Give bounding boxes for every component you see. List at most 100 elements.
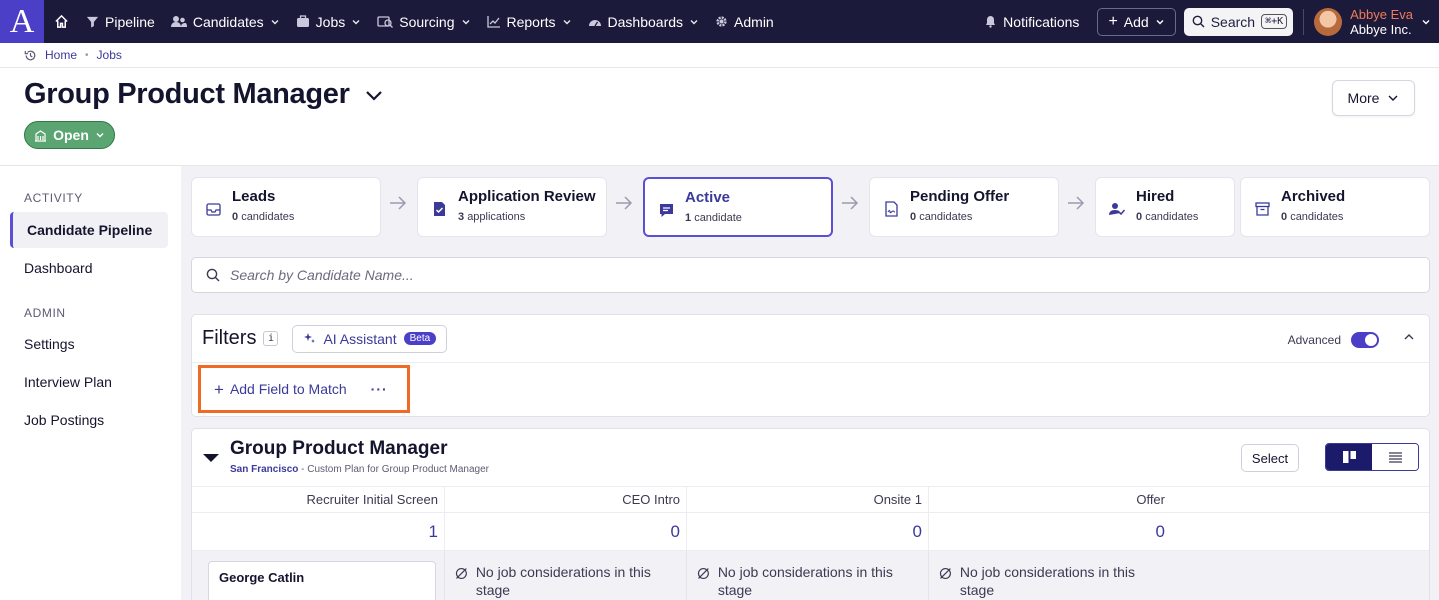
candidate-search[interactable] xyxy=(191,257,1430,293)
stage-card-hired[interactable]: Hired 0 candidates xyxy=(1095,177,1235,237)
board-view-icon[interactable] xyxy=(1326,444,1372,470)
stage-card-pending-offer[interactable]: Pending Offer 0 candidates xyxy=(869,177,1059,237)
plan-title: Group Product Manager xyxy=(230,438,448,459)
add-label: Add xyxy=(1123,13,1149,30)
ai-assistant-button[interactable]: AI Assistant Beta xyxy=(292,324,448,353)
chevron-down-icon xyxy=(96,133,104,138)
add-field-to-match-button[interactable]: Add Field to Match xyxy=(230,381,347,397)
column-header: CEO Intro xyxy=(445,487,687,512)
shortcut-hint: ⌘+K xyxy=(1261,14,1288,29)
document-check-icon xyxy=(430,200,448,218)
caret-down-icon[interactable] xyxy=(203,453,219,463)
empty-stage-text: No job considerations in this stage xyxy=(717,564,893,598)
home-icon[interactable] xyxy=(44,0,78,43)
briefcase-icon xyxy=(296,15,309,27)
chevron-down-icon xyxy=(1156,19,1164,24)
more-options-button[interactable]: ··· xyxy=(371,381,388,397)
add-field-row: + Add Field to Match ··· xyxy=(198,365,410,413)
stage-count: 0 candidates xyxy=(1136,211,1199,223)
sidebar-item-dashboard[interactable]: Dashboard xyxy=(0,250,181,286)
search-label: Search xyxy=(1210,13,1256,30)
stage-card-active[interactable]: Active 1 candidate xyxy=(643,177,833,237)
nav-dashboards[interactable]: Dashboards xyxy=(580,0,708,43)
user-menu[interactable]: Abbye Eva Abbye Inc. xyxy=(1350,7,1413,37)
avatar[interactable] xyxy=(1314,7,1343,36)
chevron-down-icon xyxy=(365,90,382,101)
stage-columns-header: Recruiter Initial Screen CEO Intro Onsit… xyxy=(192,487,1429,513)
more-button[interactable]: More xyxy=(1332,80,1415,116)
nav-reports[interactable]: Reports xyxy=(479,0,580,43)
nav-sourcing[interactable]: Sourcing xyxy=(369,0,478,43)
global-search-button[interactable]: Search ⌘+K xyxy=(1183,7,1294,36)
stage-count-value[interactable]: 0 xyxy=(445,513,687,550)
breadcrumb-home[interactable]: Home xyxy=(45,48,77,62)
candidate-column: George Catlin xyxy=(192,551,445,600)
nav-candidates-label: Candidates xyxy=(192,13,264,30)
empty-stage-text: No job considerations in this stage xyxy=(475,564,651,598)
page-title[interactable]: Group Product Manager xyxy=(24,78,384,111)
empty-stage: No job considerations in this stage xyxy=(929,551,1171,600)
status-badge[interactable]: Open xyxy=(24,121,115,149)
nav-admin[interactable]: Admin xyxy=(707,0,782,43)
stage-card-application-review[interactable]: Application Review 3 applications xyxy=(417,177,607,237)
stage-count: 0 candidates xyxy=(232,211,295,223)
empty-stage-text: No job considerations in this stage xyxy=(959,564,1135,598)
main-content: Leads 0 candidates Application Review 3 … xyxy=(181,165,1439,600)
document-signature-icon xyxy=(882,200,900,218)
empty-set-icon xyxy=(939,567,951,580)
user-name: Abbye Eva xyxy=(1350,6,1413,22)
sidebar-item-candidate-pipeline[interactable]: Candidate Pipeline xyxy=(10,212,168,248)
notifications-label: Notifications xyxy=(1003,13,1080,30)
breadcrumb: Home • Jobs xyxy=(0,43,1439,68)
plus-icon: + xyxy=(214,379,224,399)
stage-count-value[interactable]: 0 xyxy=(687,513,929,550)
nav-pipeline[interactable]: Pipeline xyxy=(78,0,163,43)
list-view-icon[interactable] xyxy=(1372,444,1418,470)
filters-panel: Filters i AI Assistant Beta Advanced + A… xyxy=(191,314,1430,417)
nav-candidates[interactable]: Candidates xyxy=(163,0,288,43)
column-header: Onsite 1 xyxy=(687,487,929,512)
nav-reports-label: Reports xyxy=(506,13,556,30)
arrow-right-icon xyxy=(842,196,859,210)
job-title: Group Product Manager xyxy=(24,78,350,110)
stage-count-value[interactable]: 1 xyxy=(192,513,445,550)
notifications-button[interactable]: Notifications xyxy=(985,14,1079,30)
advanced-toggle[interactable] xyxy=(1351,332,1379,348)
chevron-down-icon xyxy=(352,19,360,24)
stage-card-archived[interactable]: Archived 0 candidates xyxy=(1240,177,1430,237)
nav-jobs[interactable]: Jobs xyxy=(288,0,370,43)
candidate-search-input[interactable] xyxy=(230,267,830,283)
add-button[interactable]: + Add xyxy=(1097,7,1176,36)
history-icon[interactable] xyxy=(24,49,37,62)
sidebar-section-admin: ADMIN xyxy=(24,306,66,320)
top-nav: A Pipeline Candidates Jobs Sourcing Repo… xyxy=(0,0,1439,43)
view-toggle xyxy=(1325,443,1419,471)
stage-name: Archived xyxy=(1281,188,1346,205)
candidate-card[interactable]: George Catlin xyxy=(208,561,436,600)
archive-icon xyxy=(1253,200,1271,218)
select-button[interactable]: Select xyxy=(1241,444,1299,472)
info-icon[interactable]: i xyxy=(263,331,279,346)
sidebar-item-job-postings[interactable]: Job Postings xyxy=(0,402,181,438)
chevron-down-icon xyxy=(563,19,571,24)
app-logo[interactable]: A xyxy=(0,0,44,43)
sidebar-item-interview-plan[interactable]: Interview Plan xyxy=(0,364,181,400)
search-icon xyxy=(206,268,220,282)
chevron-down-icon[interactable] xyxy=(1421,17,1431,27)
filter-icon xyxy=(86,16,99,28)
nav-dashboards-label: Dashboards xyxy=(607,13,684,30)
breadcrumb-jobs[interactable]: Jobs xyxy=(97,48,122,62)
stage-count: 1 candidate xyxy=(685,212,742,224)
gear-icon xyxy=(716,16,727,27)
chevron-up-icon[interactable] xyxy=(1403,332,1415,342)
inbox-icon xyxy=(204,200,222,218)
sidebar-item-settings[interactable]: Settings xyxy=(0,326,181,362)
stage-counts-row: 1 0 0 0 xyxy=(192,513,1429,551)
nav-divider xyxy=(1303,8,1305,35)
plan-location[interactable]: San Francisco xyxy=(230,464,298,475)
building-icon xyxy=(35,129,47,142)
advanced-label: Advanced xyxy=(1287,333,1341,347)
arrow-right-icon xyxy=(616,196,633,210)
stage-count-value[interactable]: 0 xyxy=(929,513,1171,550)
stage-card-leads[interactable]: Leads 0 candidates xyxy=(191,177,381,237)
